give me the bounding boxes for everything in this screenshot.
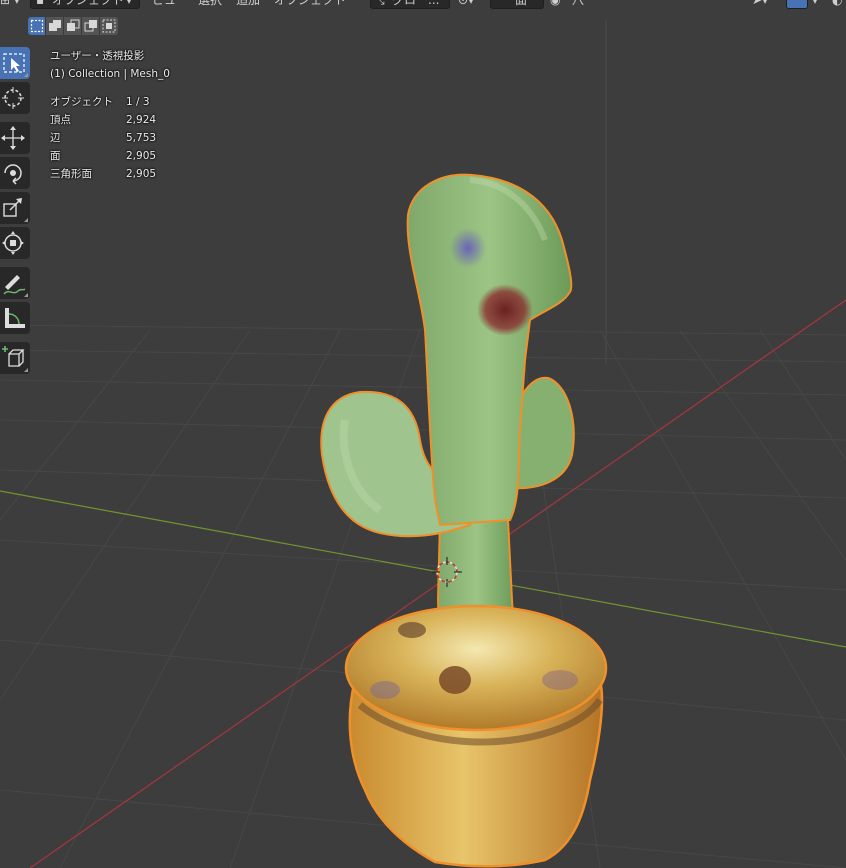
overlay-toggle[interactable] [786, 0, 808, 9]
pivot-icon[interactable]: ⊙▾ [458, 0, 474, 9]
select-box-tool[interactable] [0, 47, 30, 79]
cactus-model [320, 173, 575, 662]
stat-label: 三角形面 [50, 168, 92, 180]
scene-statistics: オブジェクト 1 / 3 頂点 2,924 辺 5,753 面 2,905 三角… [50, 93, 210, 183]
move-icon [1, 126, 25, 150]
cursor-icon [2, 87, 24, 109]
stat-label: 頂点 [50, 114, 71, 126]
editor-type-icon[interactable]: ⊞ ▾ [0, 0, 20, 9]
menu-object[interactable]: オブジェクト [274, 0, 346, 9]
transform-tool[interactable] [0, 227, 30, 259]
selection-mode-group [28, 17, 118, 35]
cursor-tool[interactable] [0, 82, 30, 114]
select-invert-icon [84, 20, 97, 32]
scale-tool[interactable] [0, 192, 30, 224]
viewport-shading-icon[interactable]: ◐ [832, 0, 842, 9]
chevron-down-icon: ▾ [812, 0, 819, 7]
select-subtract-button[interactable] [64, 17, 82, 35]
proportional-label: 八 [572, 0, 585, 7]
view-name: ユーザー・透視投影 [50, 50, 145, 62]
mode-icon: ▪ [36, 0, 45, 7]
stat-label: 面 [50, 150, 61, 162]
stat-row-triangles: 三角形面 2,905 [50, 165, 210, 183]
orientation-label: グロー... [392, 0, 440, 7]
proportional-edit-icon[interactable]: ◉ [550, 0, 560, 9]
stat-row-edges: 辺 5,753 [50, 129, 210, 147]
stat-value: 2,905 [126, 150, 157, 162]
measure-ruler-icon [5, 308, 25, 328]
select-invert-button[interactable] [82, 17, 100, 35]
transform-icon [2, 231, 24, 255]
select-subtract-icon [66, 19, 79, 31]
mode-label: オブジェクト [52, 0, 125, 7]
stat-label: オブジェクト [50, 96, 113, 108]
stat-label: 辺 [50, 132, 61, 144]
annotate-tool[interactable] [0, 267, 30, 299]
viewport-info-overlay: ユーザー・透視投影 (1) Collection | Mesh_0 [50, 47, 170, 83]
select-intersect-button[interactable] [100, 17, 118, 35]
stat-row-objects: オブジェクト 1 / 3 [50, 93, 210, 111]
stat-row-faces: 面 2,905 [50, 147, 210, 165]
gizmo-toggle-icon[interactable]: ➤▾ [752, 0, 768, 9]
chevron-down-icon: ▾ [126, 0, 133, 7]
stat-value: 2,905 [126, 168, 157, 180]
select-extend-icon [48, 20, 61, 31]
measure-tool[interactable] [0, 302, 30, 334]
flower-pot [344, 604, 608, 868]
rotate-icon [4, 164, 22, 185]
viewport-header: ⊞ ▾ ▪ オブジェクト ▾ ビュー 選択 追加 オブジェクト ⤡ グロー...… [0, 0, 846, 10]
stat-row-vertices: 頂点 2,924 [50, 111, 210, 129]
add-cube-tool[interactable] [0, 342, 30, 374]
menu-select[interactable]: 選択 [198, 0, 222, 9]
stat-value: 1 / 3 [126, 96, 150, 108]
stat-value: 5,753 [126, 132, 157, 144]
select-intersect-icon [102, 19, 116, 33]
move-tool[interactable] [0, 122, 30, 154]
stat-value: 2,924 [126, 114, 157, 126]
select-extend-button[interactable] [46, 17, 64, 35]
rotate-tool[interactable] [0, 157, 30, 189]
orientation-icon: ⤡ [375, 0, 385, 7]
snap-label: 面 [515, 0, 528, 7]
select-new-button[interactable] [28, 17, 46, 35]
menu-add[interactable]: 追加 [236, 0, 260, 9]
collection-name: (1) Collection | Mesh_0 [50, 68, 170, 80]
menu-view[interactable]: ビュー [152, 0, 188, 9]
select-new-icon [30, 19, 43, 33]
